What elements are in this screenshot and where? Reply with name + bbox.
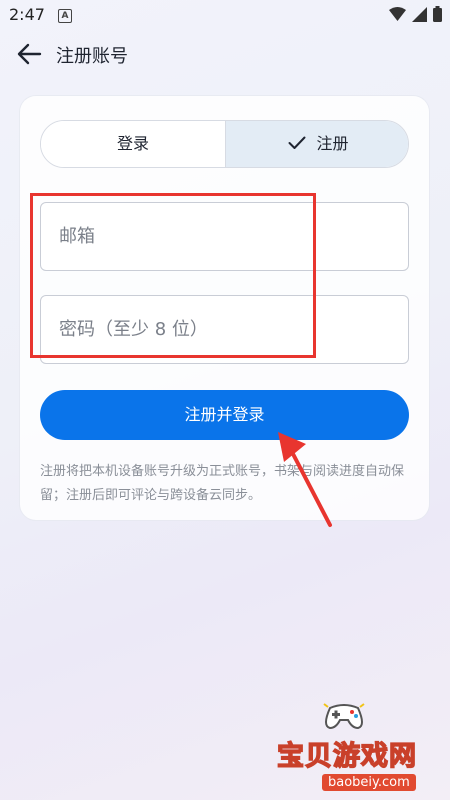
annotation-highlight-box <box>30 193 316 358</box>
watermark-name: 宝贝游戏网 <box>276 740 417 772</box>
status-bar: 2:47 A <box>0 0 450 30</box>
wifi-icon <box>389 7 406 21</box>
register-login-button[interactable]: 注册并登录 <box>40 390 409 440</box>
tab-login[interactable]: 登录 <box>41 121 225 167</box>
auth-tabs: 登录 注册 <box>40 120 409 168</box>
tab-register-label: 注册 <box>316 134 349 153</box>
tab-login-label: 登录 <box>116 134 149 153</box>
signal-icon <box>412 6 427 22</box>
status-icons <box>389 6 442 22</box>
annotation-arrow-icon <box>278 432 332 527</box>
battery-icon <box>433 6 442 22</box>
watermark: 宝贝游戏网 baobeiy.com <box>262 694 450 800</box>
accessibility-badge: A <box>58 9 72 23</box>
app-bar: 注册账号 <box>0 30 450 78</box>
watermark-url: baobeiy.com <box>322 774 416 791</box>
status-time: 2:47 <box>9 5 45 24</box>
tab-register[interactable]: 注册 <box>225 121 408 167</box>
arrow-left-icon[interactable] <box>16 42 42 66</box>
gamepad-icon <box>323 703 365 730</box>
register-hint: 注册将把本机设备账号升级为正式账号，书架与阅读进度自动保留；注册后即可评论与跨设… <box>40 464 405 503</box>
check-icon <box>288 136 306 149</box>
page-title: 注册账号 <box>56 46 128 67</box>
